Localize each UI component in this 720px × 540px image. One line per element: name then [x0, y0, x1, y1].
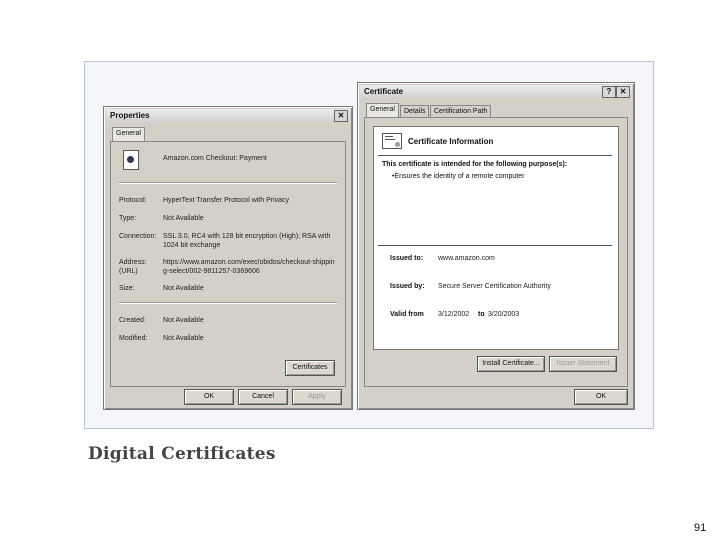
issuer-statement-button[interactable]: Issuer Statement	[549, 356, 617, 372]
divider	[119, 302, 337, 304]
page-title: Amazon.com Checkout: Payment	[163, 155, 267, 162]
certificates-button[interactable]: Certificates	[285, 360, 335, 376]
issued-by-label: Issued by:	[390, 283, 425, 290]
issued-by-value: Secure Server Certification Authority	[438, 283, 551, 290]
properties-title: Properties	[110, 111, 150, 120]
created-value: Not Available	[163, 317, 204, 324]
install-certificate-button[interactable]: Install Certificate...	[477, 356, 545, 372]
type-value: Not Available	[163, 215, 204, 222]
certificate-panel: Certificate Information This certificate…	[364, 117, 628, 387]
ok-button[interactable]: OK	[184, 389, 234, 405]
protocol-label: Protocol:	[119, 197, 147, 204]
page-icon	[123, 150, 139, 170]
cancel-button[interactable]: Cancel	[238, 389, 288, 405]
screenshot-frame: Properties ✕ General Amazon.com Checkout…	[84, 61, 654, 429]
help-icon[interactable]: ?	[602, 86, 616, 98]
properties-panel: Amazon.com Checkout: Payment Protocol: H…	[110, 141, 346, 387]
certificate-icon	[382, 133, 402, 149]
tab-general[interactable]: General	[112, 127, 145, 142]
created-label: Created:	[119, 317, 146, 324]
close-icon[interactable]: ✕	[334, 110, 348, 122]
valid-from-label: Valid from	[390, 311, 424, 318]
modified-value: Not Available	[163, 335, 204, 342]
purpose-item: •Ensures the identity of a remote comput…	[392, 173, 525, 180]
divider	[378, 155, 612, 156]
purpose-heading: This certificate is intended for the fol…	[382, 161, 568, 168]
divider	[119, 182, 337, 184]
valid-to-label: to	[478, 311, 485, 318]
valid-to-value: 3/20/2003	[488, 311, 520, 318]
issued-to-value: www.amazon.com	[438, 255, 495, 262]
address-value: https://www.amazon.com/exec/obidos/check…	[163, 259, 335, 275]
page-number: 91	[694, 522, 707, 534]
issued-to-label: Issued to:	[390, 255, 424, 262]
certificate-title: Certificate	[364, 87, 404, 96]
connection-label: Connection:	[119, 233, 157, 240]
close-icon[interactable]: ✕	[616, 86, 630, 98]
size-value: Not Available	[163, 285, 204, 292]
certificate-titlebar: Certificate ? ✕	[360, 85, 632, 99]
type-label: Type:	[119, 215, 137, 222]
tab-general[interactable]: General	[366, 103, 399, 118]
connection-value: SSL 3.0, RC4 with 128 bit encryption (Hi…	[163, 233, 331, 249]
valid-from-value: 3/12/2002	[438, 311, 470, 318]
certificate-info-heading: Certificate Information	[408, 137, 494, 146]
divider	[378, 245, 612, 246]
certificate-info-box: Certificate Information This certificate…	[373, 126, 619, 350]
properties-titlebar: Properties ✕	[106, 109, 350, 123]
properties-window: Properties ✕ General Amazon.com Checkout…	[103, 106, 353, 410]
protocol-value: HyperText Transfer Protocol with Privacy	[163, 197, 290, 204]
apply-button[interactable]: Apply	[292, 389, 342, 405]
address-label: Address: (URL)	[119, 259, 147, 275]
certificate-window: Certificate ? ✕ General Details Certific…	[357, 82, 635, 410]
modified-label: Modified:	[119, 335, 148, 342]
slide-caption: Digital Certificates	[88, 444, 276, 464]
ok-button[interactable]: OK	[574, 389, 628, 405]
size-label: Size:	[119, 285, 135, 292]
